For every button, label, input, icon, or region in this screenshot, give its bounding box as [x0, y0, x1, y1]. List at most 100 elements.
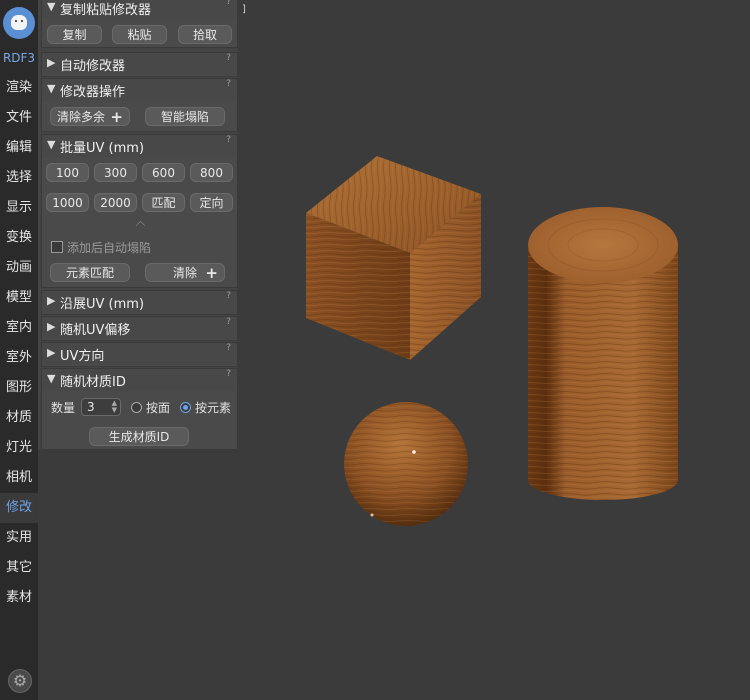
chevron-right-icon: ▶ [47, 56, 56, 69]
pick-button[interactable]: 拾取 [178, 25, 232, 44]
left-sidebar: RDF3 渲染 文件 编辑 选择 显示 变换 动画 模型 室内 室外 图形 材质… [0, 0, 38, 700]
section-title: 沿展UV (mm) [60, 297, 145, 312]
sidebar-item-transform[interactable]: 变换 [0, 223, 38, 253]
help-icon[interactable]: ? [226, 79, 231, 89]
section-header[interactable]: ▼ 复制粘贴修改器 ? [42, 0, 237, 19]
sidebar-item-animation[interactable]: 动画 [0, 253, 38, 283]
auto-collapse-checkbox[interactable] [51, 241, 63, 253]
chevron-down-icon: ▼ [47, 138, 56, 151]
chevron-right-icon: ▶ [47, 294, 56, 307]
section-title: 随机材质ID [60, 375, 126, 390]
button-label: 清除多余 [57, 110, 106, 124]
section-random-material-id: ▼ 随机材质ID ? 数量 3 ▲ ▼ 按面 按元素 生成材质ID [41, 368, 238, 450]
section-auto-modifier: ▶ 自动修改器 ? [41, 52, 238, 77]
copy-button[interactable]: 复制 [47, 25, 102, 44]
by-face-label: 按面 [146, 401, 171, 415]
sidebar-item-lights[interactable]: 灯光 [0, 433, 38, 463]
element-match-button[interactable]: 元素匹配 [50, 263, 130, 282]
count-spinner[interactable]: 3 ▲ ▼ [81, 398, 121, 416]
sidebar-item-display[interactable]: 显示 [0, 193, 38, 223]
section-title: 批量UV (mm) [60, 141, 145, 156]
sidebar-item-other[interactable]: 其它 [0, 553, 38, 583]
help-icon[interactable]: ? [226, 317, 231, 327]
by-element-label: 按元素 [195, 401, 232, 415]
wood-cylinder[interactable] [528, 207, 678, 500]
chevron-right-icon: ▶ [47, 346, 56, 359]
clear-uv-button[interactable]: 清除 + [145, 263, 225, 282]
section-title: UV方向 [60, 349, 105, 364]
sidebar-item-render[interactable]: 渲染 [0, 73, 38, 103]
sidebar-item-utility[interactable]: 实用 [0, 523, 38, 553]
section-header[interactable]: ▶ 自动修改器 ? [42, 53, 237, 75]
auto-collapse-label: 添加后自动塌陷 [67, 241, 152, 255]
plus-icon: + [110, 108, 123, 126]
uv-1000-button[interactable]: 1000 [46, 193, 89, 212]
orient-button[interactable]: 定向 [190, 193, 233, 212]
section-uv-direction: ▶ UV方向 ? [41, 342, 238, 367]
sidebar-item-assets[interactable]: 素材 [0, 583, 38, 613]
sidebar-item-edit[interactable]: 编辑 [0, 133, 38, 163]
section-title: 自动修改器 [60, 59, 126, 74]
modifier-panel: ▼ 复制粘贴修改器 ? 复制 粘贴 拾取 ▶ 自动修改器 ? ▼ 修改器操作 ?… [38, 0, 238, 450]
clear-redundant-button[interactable]: 清除多余 + [50, 107, 130, 126]
chevron-up-icon [135, 220, 146, 231]
sidebar-item-exterior[interactable]: 室外 [0, 343, 38, 373]
section-random-uv: ▶ 随机UV偏移 ? [41, 316, 238, 341]
sidebar-item-shapes[interactable]: 图形 [0, 373, 38, 403]
by-face-radio[interactable] [131, 402, 142, 413]
uv-300-button[interactable]: 300 [94, 163, 137, 182]
chevron-right-icon: ▶ [47, 320, 56, 333]
section-modifier-ops: ▼ 修改器操作 ? 清除多余 + 智能塌陷 [41, 78, 238, 132]
help-icon[interactable]: ? [226, 53, 231, 63]
gear-icon[interactable]: ⚙ [8, 669, 32, 693]
bear-logo-icon[interactable] [3, 7, 35, 39]
3d-viewport[interactable]: ] [238, 0, 750, 700]
collapse-toggle[interactable] [42, 219, 237, 231]
wood-cube[interactable] [306, 156, 481, 360]
section-title: 修改器操作 [60, 85, 126, 100]
chevron-down-icon: ▼ [47, 372, 56, 385]
sidebar-item-interior[interactable]: 室内 [0, 313, 38, 343]
sidebar-item-camera[interactable]: 相机 [0, 463, 38, 493]
help-icon[interactable]: ? [226, 0, 231, 7]
smart-collapse-button[interactable]: 智能塌陷 [145, 107, 225, 126]
help-icon[interactable]: ? [226, 291, 231, 301]
section-title: 复制粘贴修改器 [60, 3, 152, 18]
section-header[interactable]: ▶ UV方向 ? [42, 343, 237, 365]
count-value: 3 [87, 400, 95, 414]
uv-2000-button[interactable]: 2000 [94, 193, 137, 212]
spinner-arrows-icon[interactable]: ▲ ▼ [112, 400, 117, 414]
help-icon[interactable]: ? [226, 135, 231, 145]
uv-600-button[interactable]: 600 [142, 163, 185, 182]
section-header[interactable]: ▼ 修改器操作 ? [42, 79, 237, 101]
sidebar-item-model[interactable]: 模型 [0, 283, 38, 313]
chevron-down-icon: ▼ [47, 82, 56, 95]
help-icon[interactable]: ? [226, 343, 231, 353]
sidebar-item-file[interactable]: 文件 [0, 103, 38, 133]
section-title: 随机UV偏移 [60, 323, 131, 338]
plus-icon: + [205, 264, 218, 282]
by-element-radio[interactable] [180, 402, 191, 413]
chevron-down-icon: ▼ [47, 0, 56, 13]
section-header[interactable]: ▶ 沿展UV (mm) ? [42, 291, 237, 313]
section-batch-uv: ▼ 批量UV (mm) ? 100 300 600 800 1000 2000 … [41, 134, 238, 288]
wood-sphere[interactable] [344, 402, 468, 526]
sidebar-item-select[interactable]: 选择 [0, 163, 38, 193]
sidebar-item-modify[interactable]: 修改 [0, 493, 38, 523]
section-header[interactable]: ▶ 随机UV偏移 ? [42, 317, 237, 339]
paste-button[interactable]: 粘贴 [112, 25, 167, 44]
section-extend-uv: ▶ 沿展UV (mm) ? [41, 290, 238, 315]
brand-label: RDF3 [2, 51, 36, 65]
help-icon[interactable]: ? [226, 369, 231, 379]
section-copy-paste: ▼ 复制粘贴修改器 ? 复制 粘贴 拾取 [41, 0, 238, 48]
section-header[interactable]: ▼ 批量UV (mm) ? [42, 135, 237, 157]
uv-800-button[interactable]: 800 [190, 163, 233, 182]
generate-material-id-button[interactable]: 生成材质ID [89, 427, 189, 446]
match-button[interactable]: 匹配 [142, 193, 185, 212]
viewport-scene [306, 156, 678, 526]
button-label: 清除 [172, 266, 197, 280]
sidebar-item-material[interactable]: 材质 [0, 403, 38, 433]
section-header[interactable]: ▼ 随机材质ID ? [42, 369, 237, 391]
uv-100-button[interactable]: 100 [46, 163, 89, 182]
count-label: 数量 [51, 401, 76, 415]
